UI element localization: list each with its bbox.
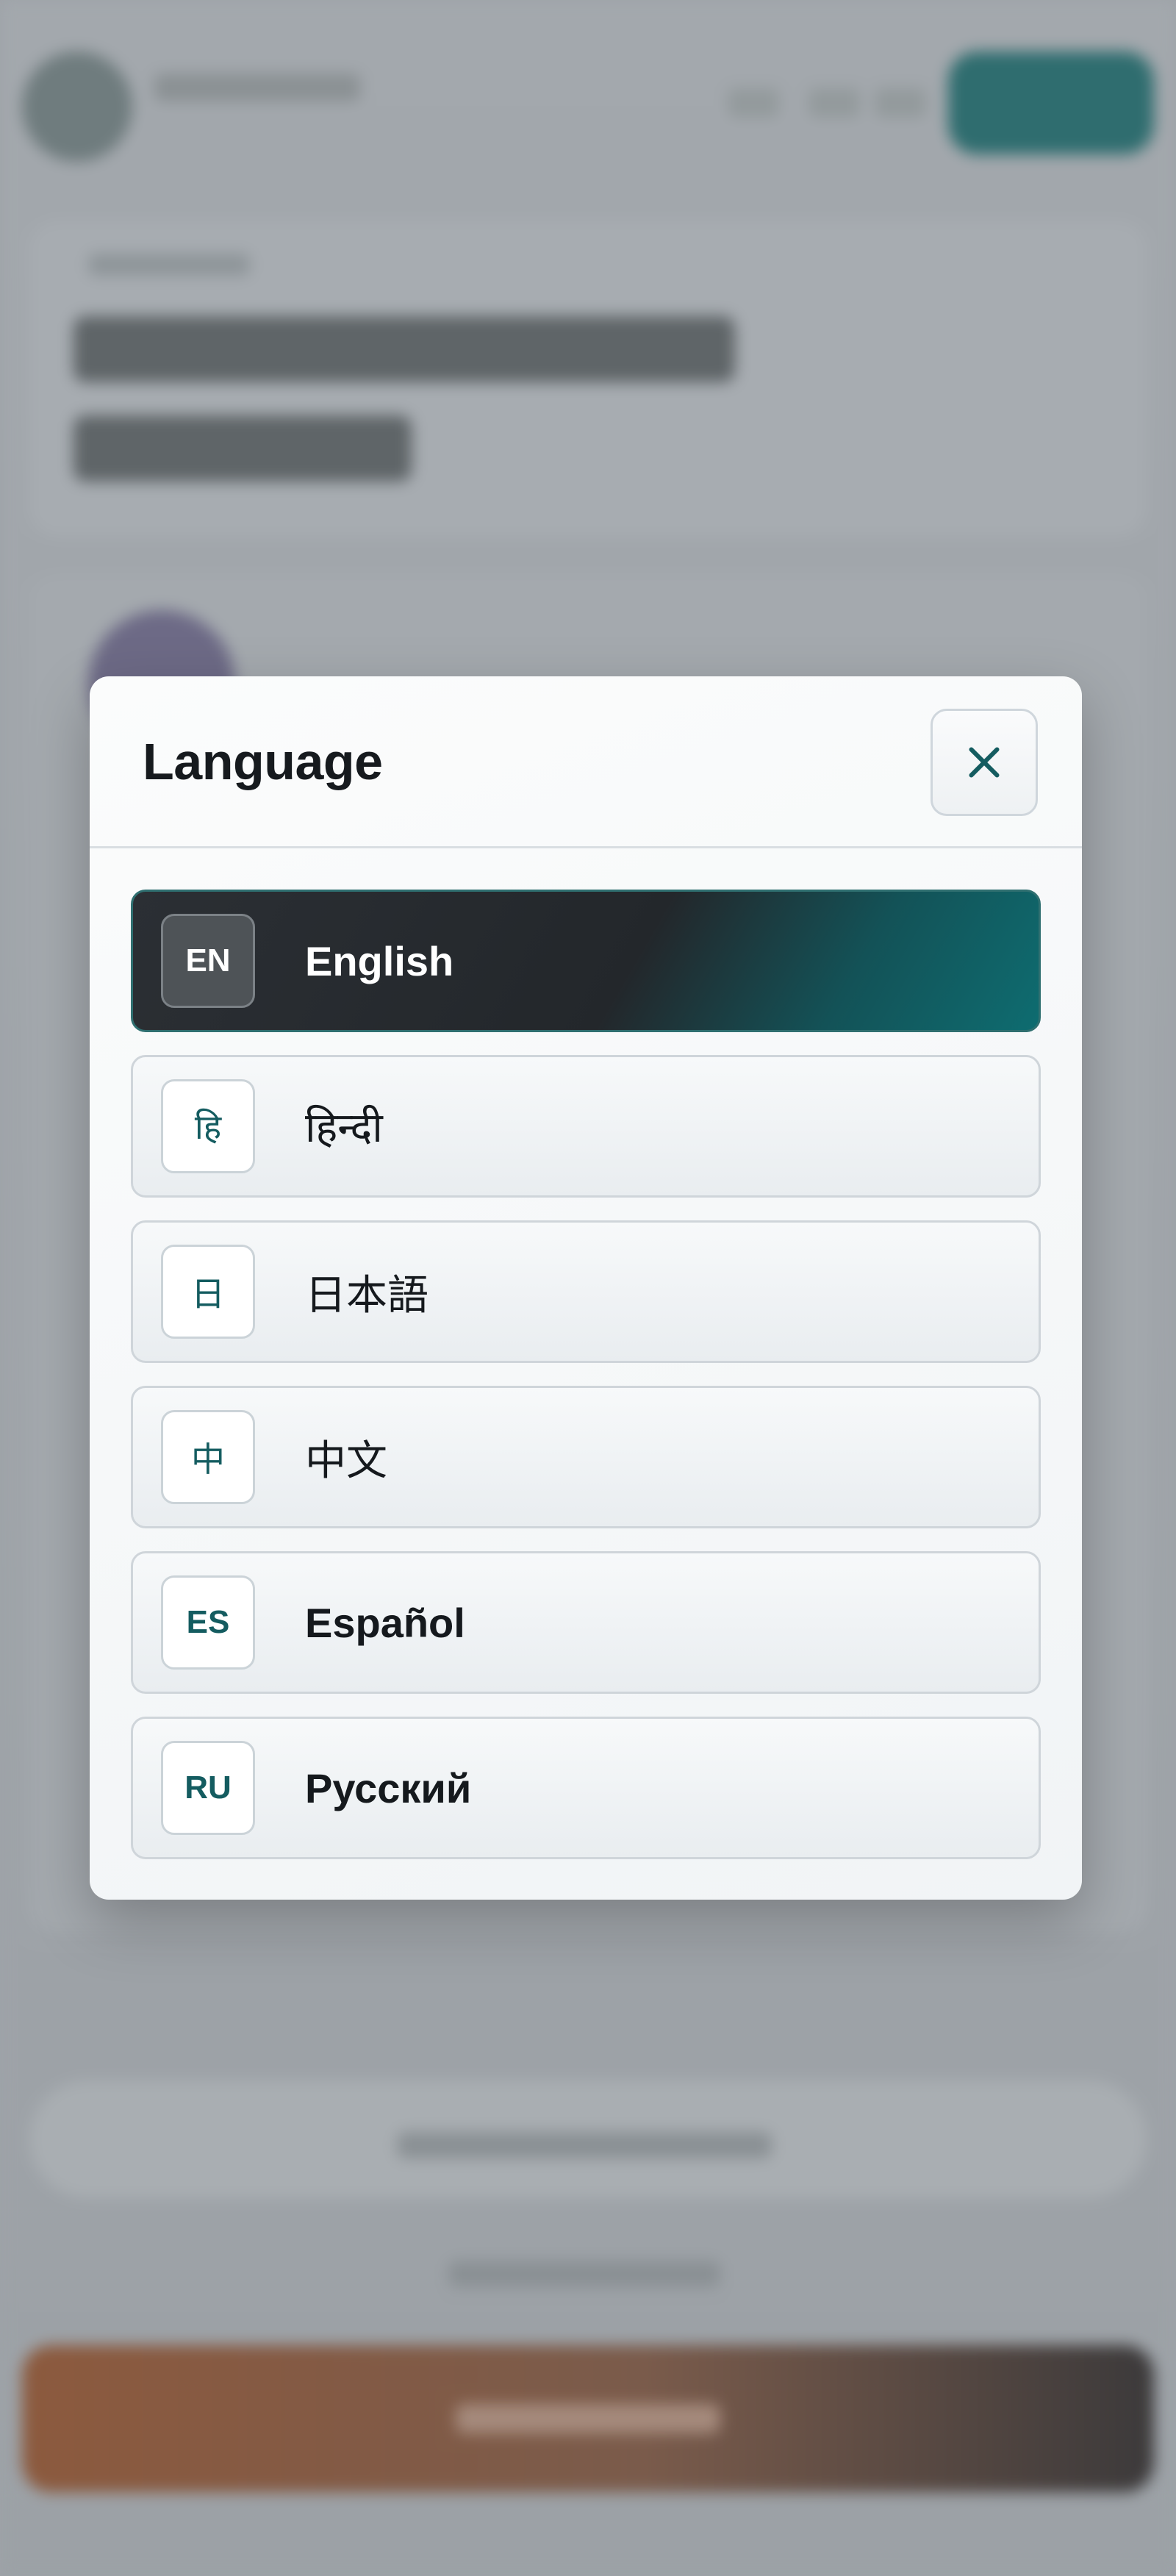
- modal-header: Language: [90, 676, 1082, 848]
- background-hero-kicker: [88, 254, 250, 276]
- close-button[interactable]: [931, 709, 1038, 816]
- modal-title: Language: [143, 733, 383, 790]
- close-icon: [969, 747, 1000, 778]
- language-list: EN English हि हिन्दी 日 日本語 中 中文 ES Españ…: [131, 890, 1041, 1882]
- background-hero-heading: [74, 316, 735, 382]
- language-code-badge: हि: [161, 1079, 255, 1173]
- language-label: Español: [305, 1599, 465, 1646]
- language-code-badge: ES: [161, 1575, 255, 1670]
- background-logo-text: [154, 74, 360, 101]
- language-option-english[interactable]: EN English: [131, 890, 1041, 1032]
- language-label: 中文: [305, 1437, 387, 1485]
- language-option-spanish[interactable]: ES Español: [131, 1551, 1041, 1694]
- language-label: हिन्दी: [305, 1104, 383, 1152]
- background-hero-heading: [74, 415, 412, 482]
- language-label: 日本語: [305, 1271, 429, 1320]
- background-nav-item: [808, 88, 860, 118]
- language-code-badge: 日: [161, 1245, 255, 1339]
- background-header: [0, 0, 1176, 184]
- language-label: English: [305, 937, 454, 984]
- background-bottom-button-text: [456, 2404, 720, 2433]
- language-label: Русский: [305, 1764, 472, 1811]
- background-footer-text: [397, 2132, 772, 2158]
- background-nav-item: [875, 88, 926, 118]
- language-option-chinese[interactable]: 中 中文: [131, 1386, 1041, 1528]
- language-option-japanese[interactable]: 日 日本語: [131, 1220, 1041, 1363]
- language-code-badge: 中: [161, 1410, 255, 1504]
- background-cta-button: [948, 51, 1154, 154]
- language-code-badge: RU: [161, 1741, 255, 1835]
- background-logo: [22, 51, 132, 162]
- language-option-hindi[interactable]: हि हिन्दी: [131, 1055, 1041, 1198]
- background-nav-item: [728, 88, 779, 118]
- language-modal: Language EN English हि हिन्दी 日 日本語 中 中文…: [90, 676, 1082, 1900]
- background-footer-text: [448, 2261, 720, 2287]
- language-code-badge: EN: [161, 914, 255, 1008]
- language-option-russian[interactable]: RU Русский: [131, 1717, 1041, 1859]
